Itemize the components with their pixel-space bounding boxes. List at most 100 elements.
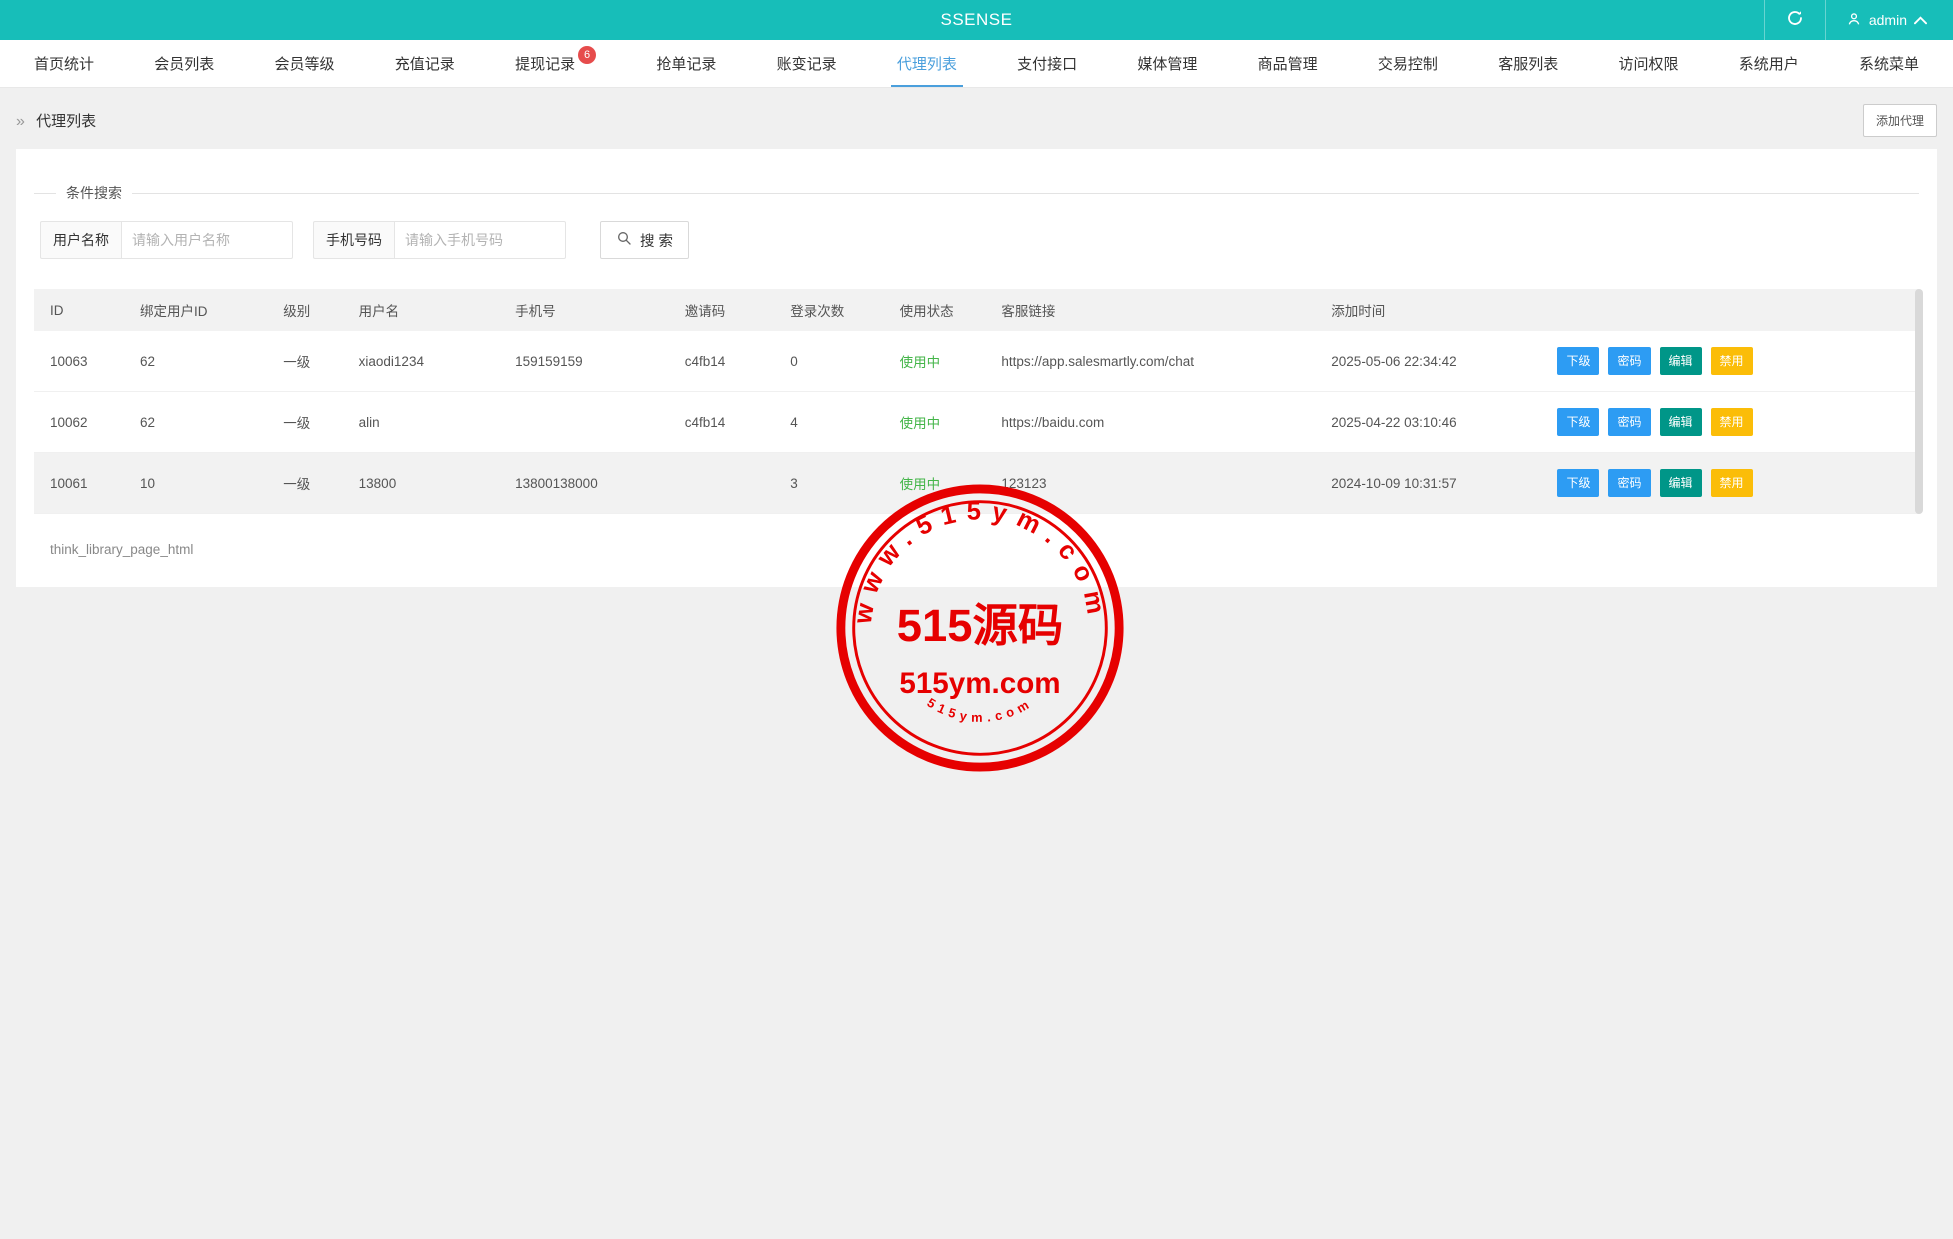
column-header: 客服链接 (993, 289, 1324, 331)
content-card: 条件搜索 用户名称 手机号码 搜 索 (16, 149, 1937, 587)
search-form: 用户名称 手机号码 搜 索 (40, 221, 1919, 259)
nav-tab-label: 充值记录 (394, 56, 455, 73)
nav-tab[interactable]: 商品管理 (1248, 40, 1328, 87)
table-cell: https://baidu.com (993, 391, 1324, 453)
nav-tab-label: 首页统计 (34, 56, 95, 73)
nav-tab[interactable]: 会员列表 (144, 40, 224, 87)
nav-tab[interactable]: 支付接口 (1007, 40, 1087, 87)
table-cell: 4 (782, 391, 892, 453)
topbar-actions: admin (1763, 0, 1953, 40)
table-cell: 一级 (275, 331, 351, 392)
user-menu[interactable]: admin (1826, 0, 1953, 40)
table-cell: 10061 (34, 452, 133, 514)
username-input[interactable] (121, 221, 293, 259)
action-disable-button[interactable]: 禁用 (1710, 469, 1753, 497)
main-nav: 首页统计 会员列表 会员等级 充值记录 提现记录 6 抢单记录 账变记录 代理列表 支付接口 媒体管… (0, 40, 1953, 88)
table-cell (507, 391, 677, 453)
search-legend: 条件搜索 (66, 185, 122, 201)
status-badge: 使用中 (899, 477, 941, 492)
table-cell: 3 (782, 452, 892, 514)
phone-field-group: 手机号码 (313, 221, 566, 259)
action-subordinate-button[interactable]: 下级 (1557, 469, 1600, 497)
nav-tab-label: 会员等级 (274, 56, 335, 73)
column-header (1549, 289, 1919, 331)
search-button[interactable]: 搜 索 (600, 221, 690, 259)
nav-tab[interactable]: 交易控制 (1368, 40, 1448, 87)
column-header: 级别 (275, 289, 351, 331)
username-field-label: 用户名称 (40, 221, 121, 259)
table-cell: 62 (132, 391, 276, 453)
stamp-center-text: 515源码 (897, 600, 1063, 651)
column-header: 绑定用户ID (132, 289, 276, 331)
action-password-button[interactable]: 密码 (1608, 408, 1651, 436)
search-panel: 条件搜索 用户名称 手机号码 搜 索 (34, 183, 1919, 289)
nav-tab-label: 交易控制 (1377, 56, 1438, 73)
table-cell: c4fb14 (676, 331, 783, 392)
column-header: 手机号 (507, 289, 677, 331)
caret-up-icon (1914, 12, 1927, 28)
nav-tab-label: 会员列表 (154, 56, 215, 73)
nav-tab-label: 访问权限 (1618, 56, 1679, 73)
nav-tab[interactable]: 提现记录 6 (505, 40, 606, 87)
table-cell: 13800 (350, 452, 508, 514)
status-badge: 使用中 (899, 416, 941, 431)
table-cell: https://app.salesmartly.com/chat (993, 331, 1324, 392)
breadcrumb: » 代理列表 (16, 110, 96, 131)
nav-tab-label: 系统用户 (1738, 56, 1799, 73)
table-cell: 10 (132, 452, 276, 514)
breadcrumb-row: » 代理列表 添加代理 (0, 88, 1953, 149)
refresh-icon (1786, 9, 1804, 32)
table-header-row: ID 绑定用户ID 级别 用户名 手机号 邀请码 登录次数 使用状态 客服链接 添加时间 (34, 289, 1919, 331)
column-header: 使用状态 (891, 289, 994, 331)
page-title: 代理列表 (36, 113, 97, 130)
action-subordinate-button[interactable]: 下级 (1557, 408, 1600, 436)
table-cell: 2024-10-09 10:31:57 (1323, 452, 1550, 514)
table-scrollbar[interactable] (1915, 289, 1923, 514)
nav-tab-label: 支付接口 (1017, 56, 1078, 73)
nav-tab[interactable]: 首页统计 (24, 40, 104, 87)
table-cell: 一级 (275, 452, 351, 514)
column-header: 邀请码 (676, 289, 783, 331)
nav-tab[interactable]: 充值记录 (385, 40, 465, 87)
action-edit-button[interactable]: 编辑 (1659, 347, 1702, 375)
actions-cell: 下级 密码 编辑 禁用 (1549, 452, 1919, 514)
nav-tab-label: 提现记录 (515, 56, 576, 73)
nav-tab-label: 媒体管理 (1137, 56, 1198, 73)
table-cell (676, 452, 783, 514)
table-row: 10061 10 一级 13800 13800138000 3 使用中 123123 2024-… (34, 452, 1919, 514)
action-password-button[interactable]: 密码 (1608, 347, 1651, 375)
nav-tab[interactable]: 代理列表 (887, 40, 967, 87)
table-cell: 10062 (34, 391, 133, 453)
column-header: 添加时间 (1323, 289, 1550, 331)
action-subordinate-button[interactable]: 下级 (1557, 347, 1600, 375)
refresh-button[interactable] (1763, 0, 1826, 40)
username-field-group: 用户名称 (40, 221, 293, 259)
nav-tab[interactable]: 抢单记录 (646, 40, 726, 87)
action-password-button[interactable]: 密码 (1608, 469, 1651, 497)
action-disable-button[interactable]: 禁用 (1710, 347, 1753, 375)
table-cell: 一级 (275, 391, 351, 453)
action-disable-button[interactable]: 禁用 (1710, 408, 1753, 436)
add-agent-button[interactable]: 添加代理 (1862, 104, 1937, 137)
debug-text: think_library_page_html (50, 542, 194, 557)
nav-tab-label: 抢单记录 (656, 56, 717, 73)
nav-tab[interactable]: 访问权限 (1608, 40, 1688, 87)
nav-tab[interactable]: 客服列表 (1488, 40, 1568, 87)
nav-tab[interactable]: 媒体管理 (1127, 40, 1207, 87)
table-cell: 159159159 (507, 331, 677, 392)
nav-tab[interactable]: 会员等级 (265, 40, 345, 87)
nav-tab[interactable]: 账变记录 (767, 40, 847, 87)
action-edit-button[interactable]: 编辑 (1659, 469, 1702, 497)
action-edit-button[interactable]: 编辑 (1659, 408, 1702, 436)
search-button-label: 搜 索 (640, 233, 674, 250)
table-cell: c4fb14 (676, 391, 783, 453)
app-title: SSENSE (940, 10, 1013, 29)
username: admin (1868, 12, 1907, 28)
nav-tab-label: 账变记录 (776, 56, 837, 73)
table-cell: 62 (132, 331, 276, 392)
nav-tab[interactable]: 系统菜单 (1849, 40, 1929, 87)
nav-tab[interactable]: 系统用户 (1729, 40, 1809, 87)
agents-table: ID 绑定用户ID 级别 用户名 手机号 邀请码 登录次数 使用状态 客服链接 添加时间 1006… (34, 289, 1923, 514)
nav-tab-label: 商品管理 (1257, 56, 1318, 73)
phone-input[interactable] (394, 221, 566, 259)
